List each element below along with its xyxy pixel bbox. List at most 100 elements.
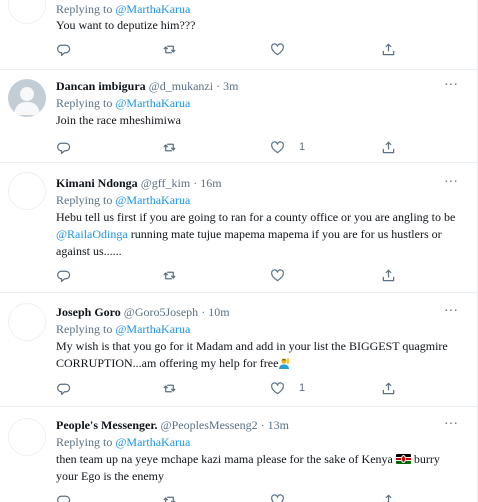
tweet-actions: 1 <box>56 139 416 155</box>
separator-dot: · <box>193 176 198 190</box>
display-name[interactable]: Dancan imbigura <box>56 79 146 93</box>
user-handle[interactable]: @d_mukanzi <box>149 79 213 93</box>
retweet-icon <box>163 384 176 392</box>
reply-icon <box>57 495 71 502</box>
like-button[interactable] <box>270 41 299 57</box>
like-icon <box>271 381 284 394</box>
share-icon <box>382 494 395 502</box>
reply-icon <box>57 270 71 282</box>
reply-button[interactable] <box>56 41 71 57</box>
tweet-actions <box>56 41 416 57</box>
tweet-text: You want to deputize him??? <box>56 17 461 34</box>
reply-icon <box>57 44 71 56</box>
separator-dot: · <box>201 305 206 319</box>
tweet-actions <box>56 492 416 502</box>
tweet-text: then team up na yeye mchape kazi mama pl… <box>56 451 461 485</box>
avatar[interactable] <box>8 303 46 341</box>
avatar[interactable] <box>8 172 46 210</box>
mention-link[interactable]: @MarthaKarua <box>115 322 190 336</box>
like-button[interactable]: 1 <box>270 139 305 155</box>
display-name[interactable]: Joseph Goro <box>56 305 121 319</box>
retweet-button[interactable] <box>162 267 177 283</box>
tweet-text-segment: then team up na yeye mchape kazi mama pl… <box>56 452 396 466</box>
reply-button[interactable] <box>56 139 71 155</box>
like-icon <box>271 268 284 281</box>
tweet-header: Joseph Goro @Goro5Joseph · 10m <box>56 304 230 320</box>
mention-link[interactable]: @MarthaKarua <box>115 193 190 207</box>
replying-to-label: Replying to <box>56 322 113 336</box>
like-count: 1 <box>299 382 306 394</box>
user-handle[interactable]: @PeoplesMesseng2 <box>161 418 258 432</box>
retweet-icon <box>163 143 176 151</box>
more-icon[interactable]: ··· <box>443 418 459 437</box>
mention-link[interactable]: @RailaOdinga <box>56 227 128 241</box>
tweet-text: Join the race mheshimiwa <box>56 112 461 129</box>
reply-tweet[interactable]: Joseph Goro @Goro5Joseph · 10m ··· Reply… <box>0 293 477 407</box>
replying-to: Replying to @MarthaKarua <box>56 1 190 17</box>
retweet-button[interactable] <box>162 41 177 57</box>
share-button[interactable] <box>381 41 396 57</box>
reply-tweet[interactable]: Replying to @MarthaKarua You want to dep… <box>0 0 477 70</box>
like-button[interactable] <box>270 267 299 283</box>
replying-to: Replying to @MarthaKarua <box>56 434 190 450</box>
display-name[interactable]: Kimani Ndonga <box>56 176 138 190</box>
separator-dot: · <box>216 79 221 93</box>
tweet-text: My wish is that you go for it Madam and … <box>56 338 461 372</box>
kenya-flag-emoji <box>395 454 411 464</box>
like-icon <box>271 42 284 55</box>
more-icon[interactable]: ··· <box>443 79 459 98</box>
user-handle[interactable]: @Goro5Joseph <box>124 305 198 319</box>
timestamp[interactable]: 3m <box>223 79 238 93</box>
tweet-actions: 1 <box>56 380 416 396</box>
like-icon <box>271 493 284 502</box>
reply-tweet[interactable]: Dancan imbigura @d_mukanzi · 3m ··· Repl… <box>0 70 477 163</box>
timestamp[interactable]: 16m <box>200 176 221 190</box>
tweet-text: Hebu tell us first if you are going to r… <box>56 209 461 260</box>
reply-button[interactable] <box>56 267 71 283</box>
tweet-text-segment: My wish is that you go for it Madam and … <box>56 339 448 370</box>
share-button[interactable] <box>381 267 396 283</box>
like-icon <box>271 140 284 153</box>
retweet-button[interactable] <box>162 139 177 155</box>
separator-dot: · <box>260 418 265 432</box>
retweet-button[interactable] <box>162 492 177 502</box>
more-icon[interactable]: ··· <box>443 176 459 195</box>
share-icon <box>382 141 395 153</box>
timestamp[interactable]: 13m <box>268 418 289 432</box>
reply-tweet[interactable]: People's Messenger. @PeoplesMesseng2 · 1… <box>0 407 477 502</box>
more-icon[interactable]: ··· <box>443 305 459 324</box>
share-button[interactable] <box>381 139 396 155</box>
share-icon <box>382 382 395 394</box>
avatar[interactable] <box>8 0 46 24</box>
tweet-actions <box>56 267 416 283</box>
replying-to-label: Replying to <box>56 2 113 16</box>
replying-to-label: Replying to <box>56 435 113 449</box>
timestamp[interactable]: 10m <box>208 305 229 319</box>
replying-to: Replying to @MarthaKarua <box>56 192 190 208</box>
tweet-text-segment: You want to deputize him??? <box>56 18 196 32</box>
mention-link[interactable]: @MarthaKarua <box>115 2 190 16</box>
like-button[interactable] <box>270 492 299 502</box>
default-profile-avatar[interactable] <box>8 79 46 117</box>
replying-to-label: Replying to <box>56 96 113 110</box>
share-button[interactable] <box>381 380 396 396</box>
avatar[interactable] <box>8 418 46 456</box>
user-handle[interactable]: @gff_kim <box>141 176 191 190</box>
retweet-icon <box>163 45 176 53</box>
reply-icon <box>57 383 71 395</box>
reply-button[interactable] <box>56 380 71 396</box>
tweet-header: Dancan imbigura @d_mukanzi · 3m <box>56 78 238 94</box>
share-icon <box>382 43 395 55</box>
like-button[interactable]: 1 <box>270 380 305 396</box>
mention-link[interactable]: @MarthaKarua <box>115 435 190 449</box>
tweet-header: Kimani Ndonga @gff_kim · 16m <box>56 175 222 191</box>
retweet-button[interactable] <box>162 380 177 396</box>
replying-to-label: Replying to <box>56 193 113 207</box>
mention-link[interactable]: @MarthaKarua <box>115 96 190 110</box>
reply-tweet[interactable]: Kimani Ndonga @gff_kim · 16m ··· Replyin… <box>0 163 477 293</box>
share-button[interactable] <box>381 492 396 502</box>
retweet-icon <box>163 271 176 279</box>
like-count: 1 <box>299 141 306 153</box>
display-name[interactable]: People's Messenger. <box>56 418 158 432</box>
reply-button[interactable] <box>56 492 71 502</box>
